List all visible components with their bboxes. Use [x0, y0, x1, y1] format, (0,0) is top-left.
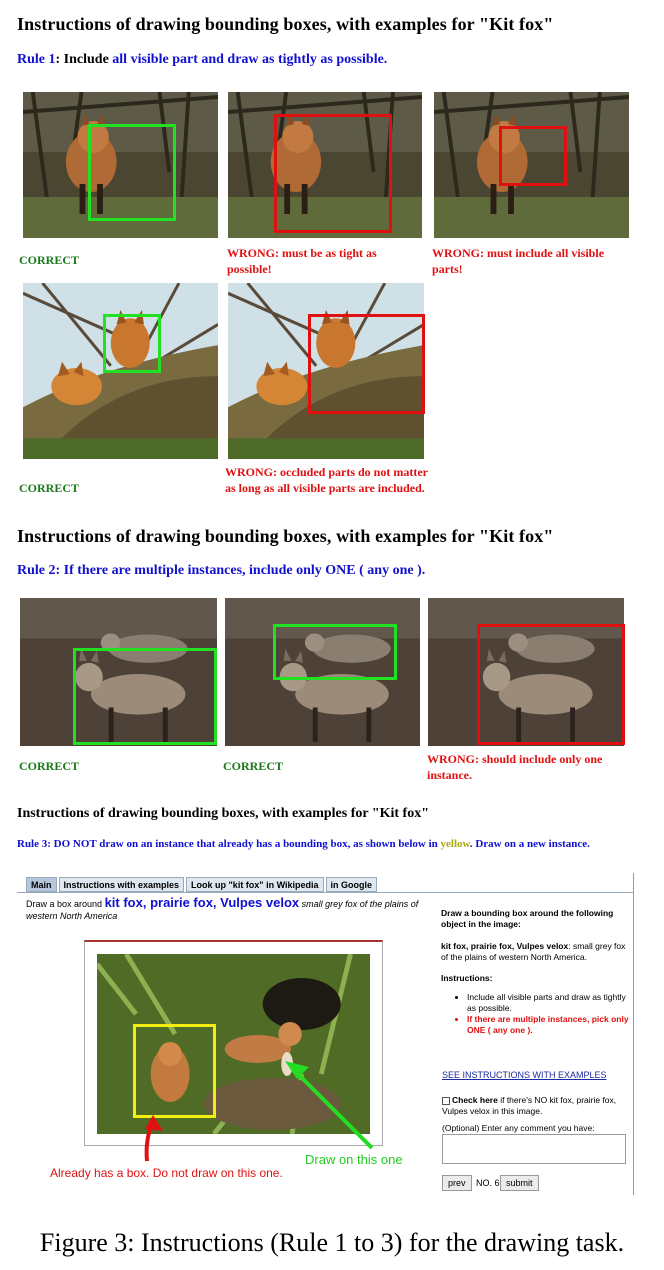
correct-bounding-box: [273, 624, 397, 680]
comment-label: (Optional) Enter any comment you have:: [442, 1123, 595, 1133]
rule1-text: Rule 1: Include all visible part and dra…: [17, 52, 388, 67]
section2-heading: Instructions of drawing bounding boxes, …: [17, 526, 554, 546]
wrong-label: WRONG: should include only one instance.: [427, 752, 603, 782]
correct-bounding-box: [103, 314, 161, 373]
figure-caption: Figure 3: Instructions (Rule 1 to 3) for…: [39, 1228, 625, 1257]
wrong-bounding-box: [477, 624, 625, 745]
comment-textarea[interactable]: [442, 1134, 626, 1164]
annotation-tool-screenshot: Main Instructions with examples Look up …: [17, 873, 634, 1195]
correct-label: CORRECT: [223, 759, 284, 773]
correct-label: CORRECT: [19, 759, 80, 773]
wrong-label: WRONG: must be as tight as possible!: [227, 246, 377, 276]
no-object-checkbox[interactable]: [442, 1096, 450, 1105]
red-arrowhead: [145, 1115, 163, 1131]
side-panel: Draw a bounding box around the following…: [441, 908, 631, 1036]
correct-label: CORRECT: [19, 253, 80, 267]
green-arrow: [290, 1066, 374, 1150]
rule3-text: Rule 3: DO NOT draw on an instance that …: [17, 838, 590, 850]
wrong-label: WRONG: must include all visible parts!: [432, 246, 605, 276]
rule2-text: Rule 2: If there are multiple instances,…: [17, 563, 426, 578]
correct-label: CORRECT: [19, 481, 80, 495]
wrong-label: WRONG: occluded parts do not matter as l…: [225, 465, 428, 495]
instructions-title: Instructions:: [441, 973, 493, 983]
loose-bounding-box: [274, 114, 392, 233]
side-description: kit fox, prairie fox, Vulpes velox: smal…: [441, 941, 626, 962]
see-instructions-link[interactable]: SEE INSTRUCTIONS WITH EXAMPLES: [442, 1070, 607, 1080]
prev-button[interactable]: prev: [442, 1175, 472, 1191]
occluded-bounding-box: [308, 314, 425, 414]
partial-bounding-box: [499, 126, 567, 186]
item-counter: NO. 6: [476, 1178, 500, 1188]
instruction-item: Include all visible parts and draw as ti…: [467, 992, 631, 1014]
correct-bounding-box: [88, 124, 176, 221]
correct-bounding-box: [73, 648, 217, 745]
submit-button[interactable]: submit: [500, 1175, 539, 1191]
instruction-item: If there are multiple instances, pick on…: [467, 1014, 631, 1036]
section3-heading: Instructions of drawing bounding boxes, …: [17, 806, 429, 821]
no-object-check: Check here if there's NO kit fox, prairi…: [442, 1095, 617, 1116]
section1-heading: Instructions of drawing bounding boxes, …: [17, 14, 554, 34]
side-title: Draw a bounding box around the following…: [441, 908, 614, 929]
draw-here-note: Draw on this one: [305, 1152, 403, 1167]
green-arrowhead: [285, 1061, 309, 1079]
already-boxed-note: Already has a box. Do not draw on this o…: [50, 1166, 283, 1180]
